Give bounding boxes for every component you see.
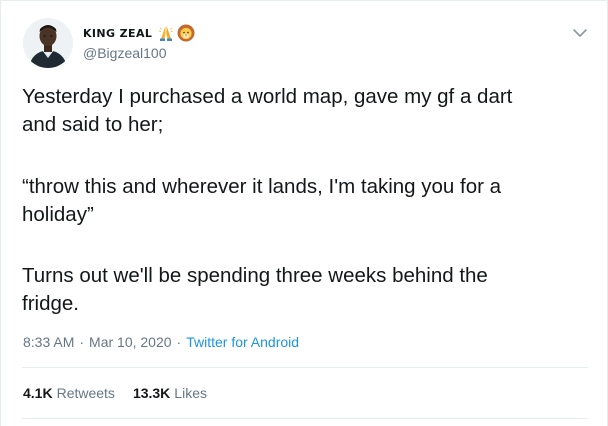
divider [22,418,588,419]
tweet-source-link[interactable]: Twitter for Android [186,334,299,350]
lion-face-icon [177,24,195,42]
tweet-paragraph: “throw this and wherever it lands, I'm t… [22,175,502,226]
tweet-card: KING ZEAL @Bigzeal100 Yesterday I purcha… [0,0,608,426]
retweets-count: 4.1K [23,385,53,401]
avatar[interactable] [23,18,73,68]
tweet-paragraph: Turns out we'll be spending three weeks … [22,264,488,315]
name-row: KING ZEAL [83,24,195,42]
separator: · [176,334,182,350]
retweets-stat[interactable]: 4.1K Retweets [23,385,115,401]
likes-count: 13.3K [132,385,171,401]
chevron-down-icon[interactable] [572,26,588,38]
likes-stat[interactable]: 13.3K Likes [133,385,207,401]
divider [22,367,588,368]
retweets-label: Retweets [56,385,115,401]
folded-hands-icon [157,24,175,42]
separator: · [79,334,85,350]
tweet-time[interactable]: 8:33 AM [23,334,74,350]
tweet-stats: 4.1K Retweets 13.3K Likes [23,385,207,401]
tweet-metadata: 8:33 AM · Mar 10, 2020 · Twitter for And… [23,334,299,350]
display-name[interactable]: KING ZEAL [83,27,152,40]
top-divider [1,0,608,1]
likes-label: Likes [174,385,207,401]
tweet-date[interactable]: Mar 10, 2020 [89,334,172,350]
tweet-paragraph: Yesterday I purchased a world map, gave … [22,85,513,136]
user-handle[interactable]: @Bigzeal100 [83,45,167,61]
